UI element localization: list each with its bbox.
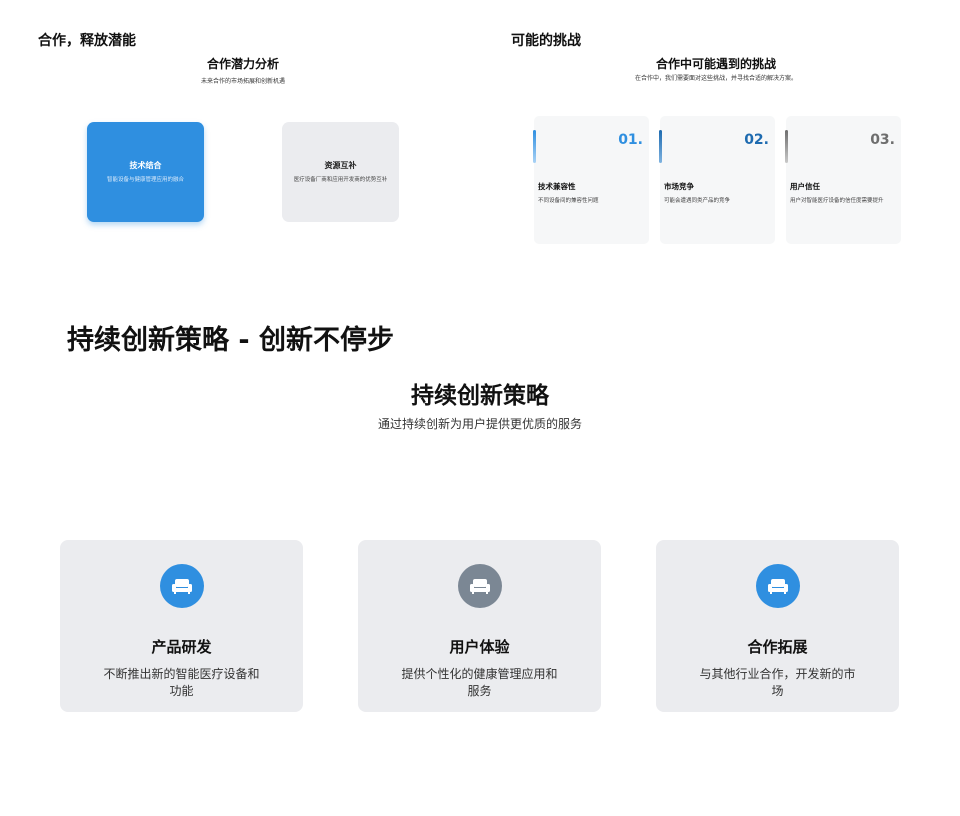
challenge-number: 02.	[744, 132, 769, 148]
card-tech-integration[interactable]: 技术结合 智能设备与健康管理应用的融合	[87, 122, 204, 222]
feature-card-product-rd[interactable]: 产品研发 不断推出新的智能医疗设备和功能	[60, 540, 303, 712]
section-title: 持续创新策略	[411, 383, 549, 409]
challenge-desc: 可能会遭遇同类产品的竞争	[664, 198, 731, 204]
challenge-title: 技术兼容性	[538, 182, 576, 191]
left-panel-title: 合作，释放潜能	[38, 33, 136, 49]
feature-desc: 提供个性化的健康管理应用和服务	[401, 667, 558, 699]
icon-badge	[457, 564, 502, 608]
feature-card-partnership[interactable]: 合作拓展 与其他行业合作，开发新的市场	[656, 540, 899, 712]
right-panel-title: 可能的挑战	[511, 33, 581, 49]
sofa-icon	[171, 579, 192, 594]
right-panel-subtitle: 合作中可能遇到的挑战	[655, 57, 776, 71]
accent-bar	[659, 130, 662, 163]
challenge-card-1[interactable]: 01. 技术兼容性 不同设备间的兼容性问题	[533, 116, 649, 244]
challenge-desc: 不同设备间的兼容性问题	[538, 198, 599, 204]
left-panel-subtitle: 合作潜力分析	[206, 57, 279, 71]
section-desc: 通过持续创新为用户提供更优质的服务	[377, 417, 582, 431]
page: 合作，释放潜能 合作潜力分析 未来合作的市场拓展和创新机遇 技术结合 智能设备与…	[0, 0, 960, 816]
accent-bar	[533, 130, 536, 163]
challenge-number: 01.	[618, 132, 643, 148]
card-title: 技术结合	[129, 160, 162, 170]
feature-title: 合作拓展	[747, 638, 808, 656]
challenge-title: 用户信任	[790, 182, 820, 191]
card-desc: 智能设备与健康管理应用的融合	[106, 176, 184, 183]
feature-card-user-experience[interactable]: 用户体验 提供个性化的健康管理应用和服务	[358, 540, 601, 712]
feature-title: 产品研发	[151, 638, 212, 656]
section-heading: 持续创新策略 - 创新不停步	[67, 325, 395, 356]
sofa-icon	[767, 579, 788, 594]
feature-desc: 不断推出新的智能医疗设备和功能	[103, 667, 260, 699]
left-panel-desc: 未来合作的市场拓展和创新机遇	[200, 78, 285, 85]
card-resource-complement[interactable]: 资源互补 医疗设备厂商和应用开发商的优势互补	[282, 122, 399, 222]
sofa-icon	[469, 579, 490, 594]
challenge-number: 03.	[870, 132, 895, 148]
challenge-card-2[interactable]: 02. 市场竞争 可能会遭遇同类产品的竞争	[659, 116, 775, 244]
card-desc: 医疗设备厂商和应用开发商的优势互补	[293, 176, 388, 183]
accent-bar	[785, 130, 788, 163]
challenge-desc: 用户对智能医疗设备的信任度需要提升	[790, 198, 884, 204]
challenge-title: 市场竞争	[664, 182, 694, 191]
feature-desc: 与其他行业合作，开发新的市场	[699, 667, 856, 699]
right-panel-desc: 在合作中，我们需要面对这些挑战，并寻找合适的解决方案。	[634, 75, 797, 82]
icon-badge	[755, 564, 800, 608]
card-title: 资源互补	[324, 160, 357, 170]
challenge-card-3[interactable]: 03. 用户信任 用户对智能医疗设备的信任度需要提升	[785, 116, 901, 244]
feature-title: 用户体验	[449, 638, 510, 656]
icon-badge	[159, 564, 204, 608]
